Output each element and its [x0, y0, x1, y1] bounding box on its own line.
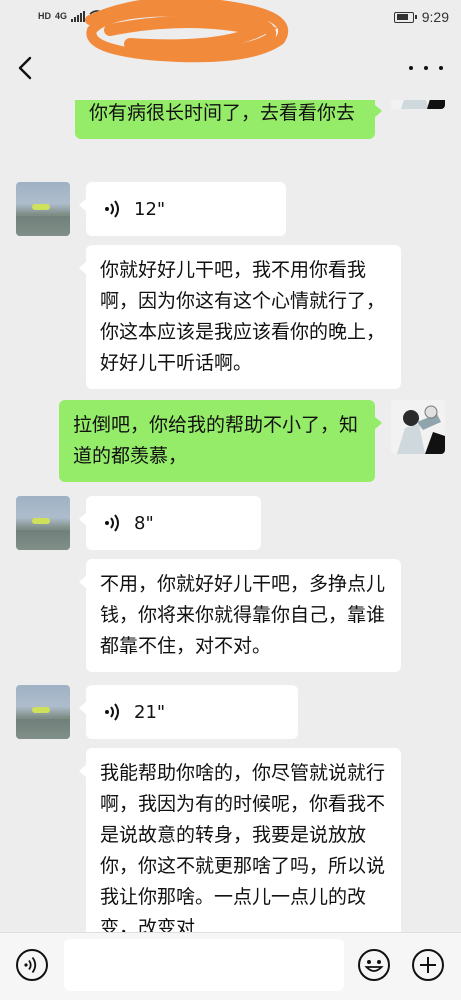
- status-right: 9:29: [393, 9, 449, 25]
- hd-indicator: HD: [38, 11, 51, 21]
- chat-header: [0, 0, 461, 100]
- voice-message[interactable]: 8": [79, 496, 261, 550]
- message-bubble-self[interactable]: 你有病很长时间了，去看看你去: [75, 100, 382, 139]
- self-avatar[interactable]: [391, 100, 445, 109]
- redaction-scribble: [85, 0, 289, 63]
- message-bubble-contact[interactable]: 你就好好儿干吧，我不用你看我啊，因为你这有这个心情就行了，你这本应该是我应该看你…: [79, 245, 401, 389]
- voice-wave-icon: [105, 703, 119, 721]
- voice-wave-icon: [105, 200, 119, 218]
- contact-avatar[interactable]: [16, 182, 70, 236]
- input-bar: [0, 932, 461, 1000]
- voice-duration: 8": [134, 512, 154, 534]
- voice-duration: 21": [134, 701, 166, 723]
- plus-icon[interactable]: [410, 947, 446, 983]
- message-input[interactable]: [64, 939, 344, 991]
- message-list[interactable]: 你有病很长时间了，去看看你去 12" 你就好好儿干吧，我不用你看我啊，因为你这有…: [0, 100, 461, 932]
- more-dots-icon[interactable]: [409, 56, 443, 80]
- message-bubble-self[interactable]: 拉倒吧，你给我的帮助不小了，知道的都羡慕，: [59, 400, 382, 482]
- voice-input-icon[interactable]: [14, 947, 50, 983]
- message-bubble-contact[interactable]: 我能帮助你啥的，你尽管就说就行啊，我因为有的时候呢，你看我不是说故意的转身，我要…: [79, 748, 401, 932]
- voice-message[interactable]: 21": [79, 685, 298, 739]
- emoji-icon[interactable]: [356, 947, 392, 983]
- contact-avatar[interactable]: [16, 496, 70, 550]
- battery-icon: [393, 11, 417, 23]
- network-type: 4G: [55, 11, 68, 21]
- clock: 9:29: [421, 9, 449, 25]
- chevron-left-icon[interactable]: [12, 54, 40, 82]
- contact-avatar[interactable]: [16, 685, 70, 739]
- voice-wave-icon: [105, 514, 119, 532]
- voice-message[interactable]: 12": [79, 182, 286, 236]
- voice-duration: 12": [134, 198, 166, 220]
- self-avatar[interactable]: [391, 400, 445, 454]
- message-bubble-contact[interactable]: 不用，你就好好儿干吧，多挣点儿钱，你将来你就得靠你自己，靠谁都靠不住，对不对。: [79, 559, 401, 672]
